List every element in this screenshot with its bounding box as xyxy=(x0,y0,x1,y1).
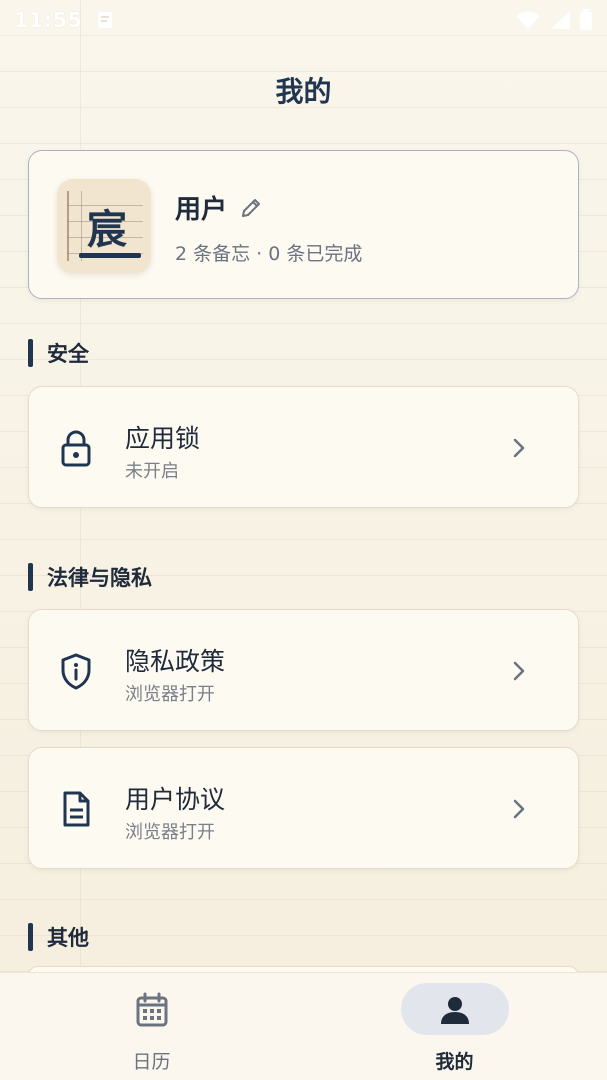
profile-stats: 2 条备忘 · 0 条已完成 xyxy=(175,243,363,265)
bottom-nav: 日历 我的 xyxy=(0,972,607,1080)
setting-title: 应用锁 xyxy=(125,424,201,453)
setting-item-app-lock[interactable]: 应用锁 未开启 xyxy=(28,386,579,508)
section-label-legal: 法律与隐私 xyxy=(28,562,152,592)
setting-subtitle: 浏览器打开 xyxy=(125,822,215,843)
setting-subtitle: 未开启 xyxy=(125,461,179,482)
section-title: 其他 xyxy=(47,926,89,950)
lock-icon xyxy=(61,430,91,467)
chevron-right-icon xyxy=(513,438,525,458)
avatar-underline xyxy=(79,253,141,258)
status-time: 11:55 xyxy=(14,8,83,32)
person-icon xyxy=(441,997,469,1024)
battery-icon xyxy=(580,9,592,30)
calendar-icon xyxy=(136,992,168,1027)
section-marker xyxy=(28,923,33,951)
pencil-icon[interactable] xyxy=(239,196,263,220)
setting-title: 隐私政策 xyxy=(125,647,226,676)
section-label-security: 安全 xyxy=(28,338,89,368)
profile-name-row: 用户 xyxy=(175,189,263,226)
signal-icon xyxy=(551,11,570,29)
nav-label: 我的 xyxy=(435,1051,474,1073)
setting-title: 用户协议 xyxy=(125,785,226,814)
section-title: 安全 xyxy=(47,342,89,366)
section-marker xyxy=(28,339,33,367)
avatar[interactable]: 宸 xyxy=(57,179,151,273)
document-icon xyxy=(63,791,90,827)
nav-item-mine[interactable]: 我的 xyxy=(303,973,606,1080)
profile-name: 用户 xyxy=(175,195,228,225)
setting-item-privacy-policy[interactable]: 隐私政策 浏览器打开 xyxy=(28,609,579,731)
shield-info-icon xyxy=(61,653,91,690)
wifi-icon xyxy=(516,11,540,29)
section-marker xyxy=(28,563,33,591)
section-title: 法律与隐私 xyxy=(47,566,152,590)
chevron-right-icon xyxy=(513,799,525,819)
chevron-right-icon xyxy=(513,661,525,681)
setting-subtitle: 浏览器打开 xyxy=(125,684,215,705)
nav-item-calendar[interactable]: 日历 xyxy=(0,973,303,1080)
notification-icon xyxy=(97,12,112,28)
setting-item-user-agreement[interactable]: 用户协议 浏览器打开 xyxy=(28,747,579,869)
nav-label: 日历 xyxy=(132,1051,171,1073)
avatar-char: 宸 xyxy=(87,206,127,253)
section-label-other: 其他 xyxy=(28,922,89,952)
status-bar: 11:55 xyxy=(0,0,607,40)
page-title: 我的 xyxy=(275,75,332,108)
profile-card[interactable]: 宸 用户 2 条备忘 · 0 条已完成 xyxy=(28,150,579,299)
